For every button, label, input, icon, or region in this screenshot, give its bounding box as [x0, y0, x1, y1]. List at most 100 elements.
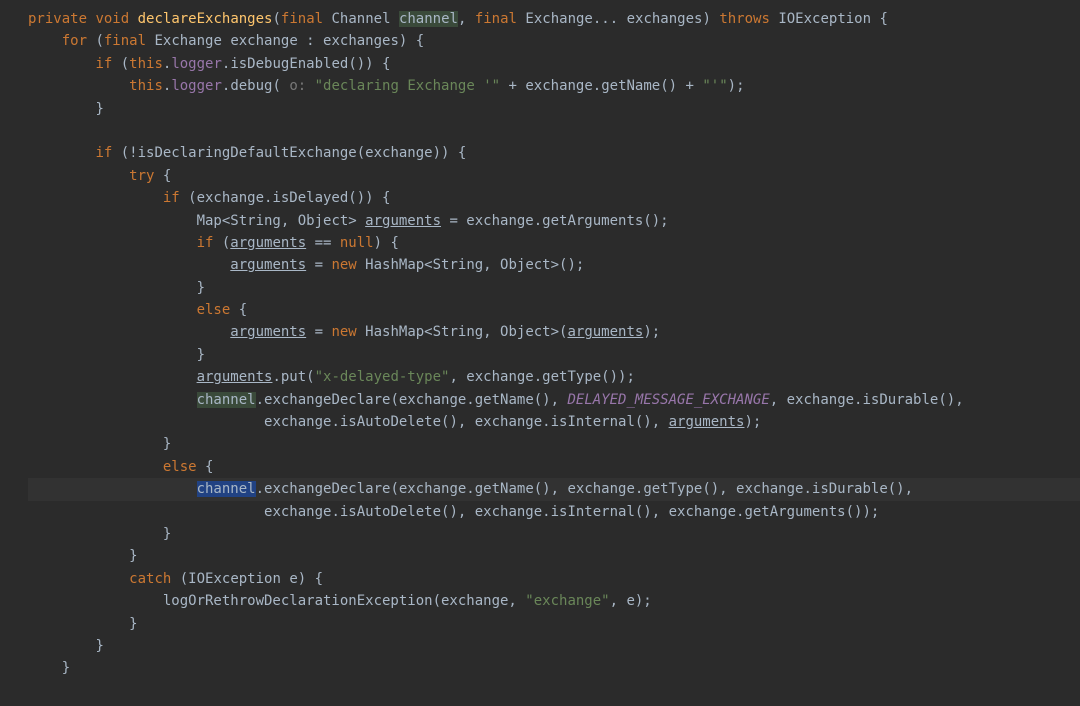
code-line[interactable]: }: [28, 657, 1080, 679]
text: .debug(: [222, 78, 289, 94]
brace: }: [95, 638, 103, 654]
code-editor[interactable]: private void declareExchanges(final Chan…: [28, 8, 1080, 680]
code-line[interactable]: channel.exchangeDeclare(exchange.getName…: [28, 389, 1080, 411]
text: HashMap<String, Object>(: [357, 324, 568, 340]
blank: [28, 123, 36, 139]
code-line[interactable]: private void declareExchanges(final Chan…: [28, 8, 1080, 30]
indent: [28, 436, 163, 452]
code-line[interactable]: exchange.isAutoDelete(), exchange.isInte…: [28, 501, 1080, 523]
keyword: if: [197, 235, 214, 251]
brace: }: [129, 616, 137, 632]
keyword: void: [95, 11, 129, 27]
text: (!isDeclaringDefaultExchange(exchange)) …: [112, 145, 466, 161]
keyword: new: [331, 324, 356, 340]
code-line[interactable]: }: [28, 545, 1080, 567]
indent: [28, 190, 163, 206]
keyword: catch: [129, 571, 171, 587]
text: {: [871, 11, 888, 27]
text: Exchange exchange : exchanges) {: [146, 33, 424, 49]
indent: [28, 459, 163, 475]
code-line[interactable]: else {: [28, 299, 1080, 321]
text: (: [272, 11, 280, 27]
code-line[interactable]: if (arguments == null) {: [28, 232, 1080, 254]
keyword: null: [340, 235, 374, 251]
code-line[interactable]: [28, 120, 1080, 142]
variable: arguments: [197, 369, 273, 385]
string: "x-delayed-type": [315, 369, 450, 385]
code-line[interactable]: try {: [28, 165, 1080, 187]
brace: }: [129, 548, 137, 564]
string: "declaring Exchange '": [315, 78, 500, 94]
field: logger: [171, 56, 222, 72]
brace: }: [62, 660, 70, 676]
code-line[interactable]: arguments.put("x-delayed-type", exchange…: [28, 366, 1080, 388]
keyword: throws: [719, 11, 770, 27]
indent: [28, 526, 163, 542]
indent: [28, 101, 95, 117]
variable: arguments: [567, 324, 643, 340]
indent: [28, 660, 62, 676]
code-line[interactable]: }: [28, 344, 1080, 366]
text: {: [230, 302, 247, 318]
string: "'": [702, 78, 727, 94]
constant: DELAYED_MESSAGE_EXCHANGE: [567, 392, 769, 408]
code-line[interactable]: logOrRethrowDeclarationException(exchang…: [28, 590, 1080, 612]
text: .exchangeDeclare(exchange.getName(),: [256, 392, 568, 408]
indent: [28, 414, 264, 430]
keyword: try: [129, 168, 154, 184]
code-line[interactable]: exchange.isAutoDelete(), exchange.isInte…: [28, 411, 1080, 433]
keyword: final: [475, 11, 517, 27]
indent: [28, 168, 129, 184]
text: =: [306, 257, 331, 273]
text: ...: [593, 11, 618, 27]
code-line[interactable]: catch (IOException e) {: [28, 568, 1080, 590]
keyword: else: [163, 459, 197, 475]
text: .exchangeDeclare(exchange.getName(), exc…: [256, 481, 913, 497]
text: ==: [306, 235, 340, 251]
indent: [28, 302, 197, 318]
indent: [28, 280, 197, 296]
indent: [28, 235, 197, 251]
indent: [28, 638, 95, 654]
variable: arguments: [669, 414, 745, 430]
code-line[interactable]: else {: [28, 456, 1080, 478]
text: .isDebugEnabled()) {: [222, 56, 391, 72]
code-line[interactable]: arguments = new HashMap<String, Object>(…: [28, 254, 1080, 276]
text: logOrRethrowDeclarationException(exchang…: [163, 593, 525, 609]
code-line[interactable]: }: [28, 277, 1080, 299]
variable: arguments: [230, 235, 306, 251]
type: Channel: [332, 11, 391, 27]
code-line[interactable]: }: [28, 523, 1080, 545]
code-line[interactable]: for (final Exchange exchange : exchanges…: [28, 30, 1080, 52]
code-line[interactable]: Map<String, Object> arguments = exchange…: [28, 210, 1080, 232]
keyword: if: [95, 56, 112, 72]
text: .put(: [272, 369, 314, 385]
indent: [28, 504, 264, 520]
code-line[interactable]: if (this.logger.isDebugEnabled()) {: [28, 53, 1080, 75]
indent: [28, 571, 129, 587]
param-hint: o:: [289, 78, 306, 94]
keyword: if: [163, 190, 180, 206]
code-line[interactable]: }: [28, 635, 1080, 657]
indent: [28, 593, 163, 609]
text: [306, 78, 314, 94]
indent: [28, 213, 197, 229]
code-line-cursor[interactable]: channel.exchangeDeclare(exchange.getName…: [28, 478, 1080, 500]
code-line[interactable]: }: [28, 98, 1080, 120]
code-line[interactable]: }: [28, 433, 1080, 455]
highlighted-param: channel: [399, 11, 458, 27]
string: "exchange": [525, 593, 609, 609]
variable: arguments: [365, 213, 441, 229]
code-line[interactable]: this.logger.debug( o: "declaring Exchang…: [28, 75, 1080, 97]
brace: }: [197, 280, 205, 296]
field: logger: [171, 78, 222, 94]
keyword: for: [62, 33, 87, 49]
code-line[interactable]: arguments = new HashMap<String, Object>(…: [28, 321, 1080, 343]
indent: [28, 324, 230, 340]
code-line[interactable]: }: [28, 613, 1080, 635]
indent: [28, 145, 95, 161]
code-line[interactable]: if (exchange.isDelayed()) {: [28, 187, 1080, 209]
indent: [28, 56, 95, 72]
variable: arguments: [230, 324, 306, 340]
code-line[interactable]: if (!isDeclaringDefaultExchange(exchange…: [28, 142, 1080, 164]
